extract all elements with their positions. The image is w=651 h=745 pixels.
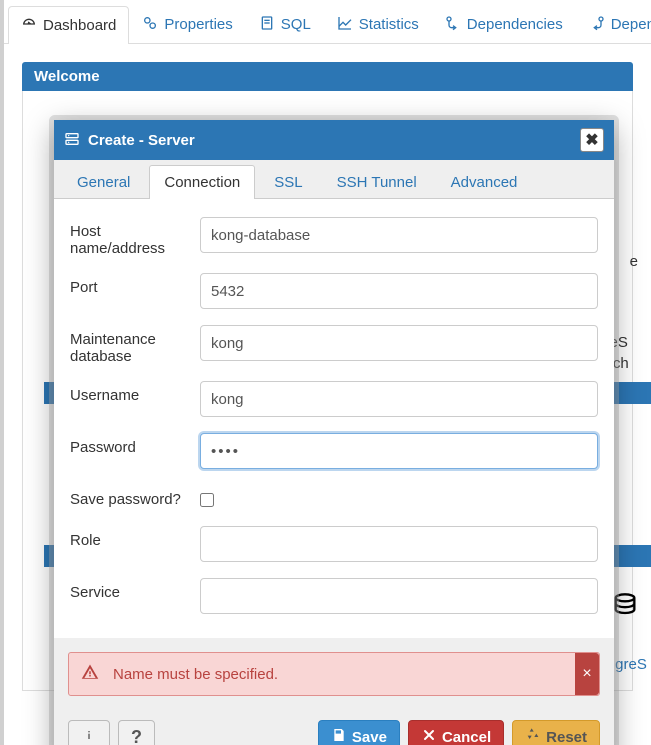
save-button[interactable]: Save (318, 720, 400, 745)
dialog-tab-bar: General Connection SSL SSH Tunnel Advanc… (54, 164, 614, 199)
help-button[interactable]: ? (118, 720, 155, 745)
save-password-label: Save password? (70, 485, 190, 508)
username-input[interactable] (200, 381, 598, 417)
tab-label: Properties (164, 16, 232, 33)
close-icon (421, 727, 437, 745)
recycle-icon (525, 727, 541, 745)
reset-button[interactable]: Reset (512, 720, 600, 745)
close-icon: ✖ (585, 130, 598, 150)
button-label: Save (352, 729, 387, 745)
service-input[interactable] (200, 578, 598, 614)
tab-dependencies[interactable]: Dependencies (432, 5, 576, 43)
cancel-button[interactable]: Cancel (408, 720, 504, 745)
port-label: Port (70, 273, 190, 296)
create-server-dialog: Create - Server ✖ General Connection SSL… (54, 120, 614, 745)
role-input[interactable] (200, 526, 598, 562)
tab-dashboard[interactable]: Dashboard (8, 6, 129, 44)
username-label: Username (70, 381, 190, 404)
file-icon (259, 15, 275, 35)
service-label: Service (70, 578, 190, 601)
dialog-tab-connection[interactable]: Connection (149, 165, 255, 199)
question-icon: ? (131, 727, 142, 745)
dialog-tab-advanced[interactable]: Advanced (436, 165, 533, 199)
role-label: Role (70, 526, 190, 549)
dialog-footer: ? Save Cancel Reset (54, 710, 614, 745)
chart-icon (337, 15, 353, 35)
info-button[interactable] (68, 720, 110, 745)
tab-label: Statistics (359, 16, 419, 33)
save-password-checkbox[interactable] (200, 493, 214, 507)
info-icon (81, 727, 97, 745)
top-tab-bar: Dashboard Properties SQL Statistics Depe… (4, 0, 651, 44)
save-icon (331, 727, 347, 745)
warning-icon (81, 663, 113, 685)
tab-label: SQL (281, 16, 311, 33)
dialog-close-button[interactable]: ✖ (580, 128, 604, 152)
host-input[interactable] (200, 217, 598, 253)
button-label: Reset (546, 729, 587, 745)
maintenance-db-label: Maintenance database (70, 325, 190, 365)
tab-label: Dashboard (43, 17, 116, 34)
error-alert: Name must be specified. × (68, 652, 600, 696)
maintenance-db-input[interactable] (200, 325, 598, 361)
welcome-header: Welcome (22, 62, 633, 91)
dialog-body: Host name/address Port Maintenance datab… (54, 199, 614, 638)
dialog-tab-ssl[interactable]: SSL (259, 165, 317, 199)
background-text-fragment: :greS (611, 656, 651, 673)
error-message: Name must be specified. (113, 666, 278, 683)
dialog-title: Create - Server (88, 132, 572, 149)
tab-label: Dependents (611, 16, 651, 33)
gears-icon (142, 15, 158, 35)
dialog-tab-general[interactable]: General (62, 165, 145, 199)
tab-label: Dependencies (467, 16, 563, 33)
dependent-icon (589, 15, 605, 35)
close-icon: × (582, 665, 591, 683)
tab-statistics[interactable]: Statistics (324, 5, 432, 43)
dependency-icon (445, 15, 461, 35)
tab-sql[interactable]: SQL (246, 5, 324, 43)
tab-dependents[interactable]: Dependents (576, 5, 651, 43)
tab-properties[interactable]: Properties (129, 5, 245, 43)
password-label: Password (70, 433, 190, 456)
dialog-tab-ssh-tunnel[interactable]: SSH Tunnel (322, 165, 432, 199)
password-input[interactable] (200, 433, 598, 469)
database-icon (611, 592, 639, 623)
alert-close-button[interactable]: × (575, 653, 599, 695)
button-label: Cancel (442, 729, 491, 745)
dashboard-icon (21, 16, 37, 36)
dialog-titlebar[interactable]: Create - Server ✖ (54, 120, 614, 160)
host-label: Host name/address (70, 217, 190, 257)
port-input[interactable] (200, 273, 598, 309)
server-icon (64, 131, 80, 150)
